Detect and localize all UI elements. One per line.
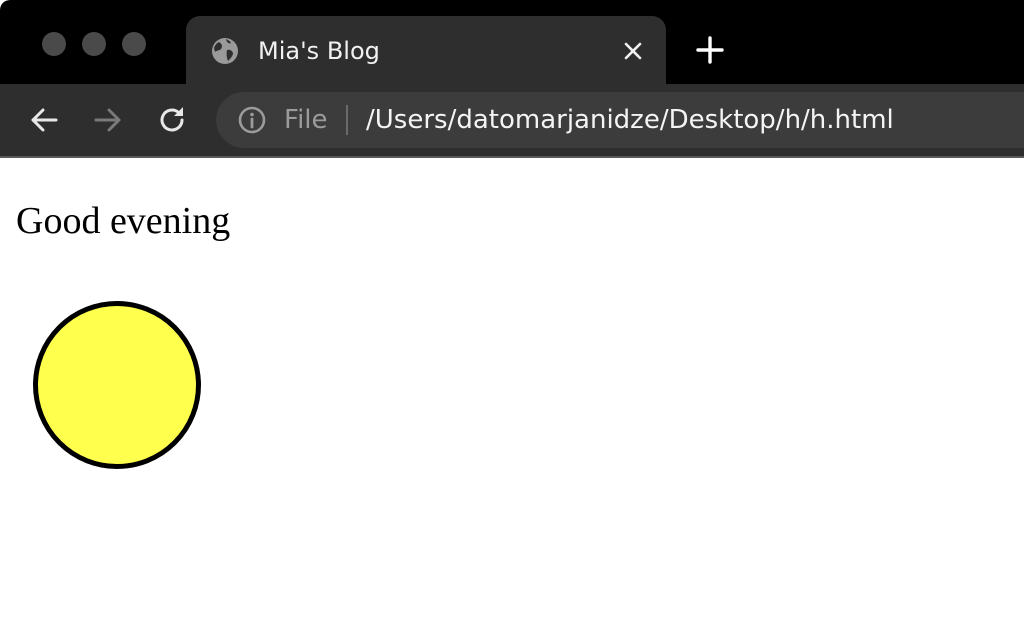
scheme-label: File (284, 105, 328, 135)
url-text[interactable]: /Users/datomarjanidze/Desktop/h/h.html (366, 104, 894, 136)
window-close-button[interactable] (42, 32, 66, 56)
address-bar[interactable]: File /Users/datomarjanidze/Desktop/h/h.h… (216, 92, 1024, 148)
browser-window: Mia's Blog File /Users/datomarjanidze/De… (0, 0, 1024, 642)
tab-strip: Mia's Blog (0, 0, 1024, 84)
yellow-circle (33, 301, 201, 469)
browser-tab[interactable]: Mia's Blog (186, 16, 666, 84)
globe-icon (212, 38, 238, 64)
window-minimize-button[interactable] (82, 32, 106, 56)
info-icon[interactable] (236, 104, 268, 136)
reload-icon[interactable] (156, 104, 188, 136)
plus-icon[interactable] (694, 34, 726, 66)
address-divider (346, 105, 348, 135)
tab-title: Mia's Blog (258, 37, 380, 65)
arrow-left-icon[interactable] (28, 104, 60, 136)
arrow-right-icon[interactable] (92, 104, 124, 136)
browser-toolbar: File /Users/datomarjanidze/Desktop/h/h.h… (0, 84, 1024, 158)
window-zoom-button[interactable] (122, 32, 146, 56)
page-viewport: Good evening (0, 158, 1024, 642)
close-icon[interactable] (620, 38, 646, 64)
greeting-text: Good evening (16, 200, 231, 242)
